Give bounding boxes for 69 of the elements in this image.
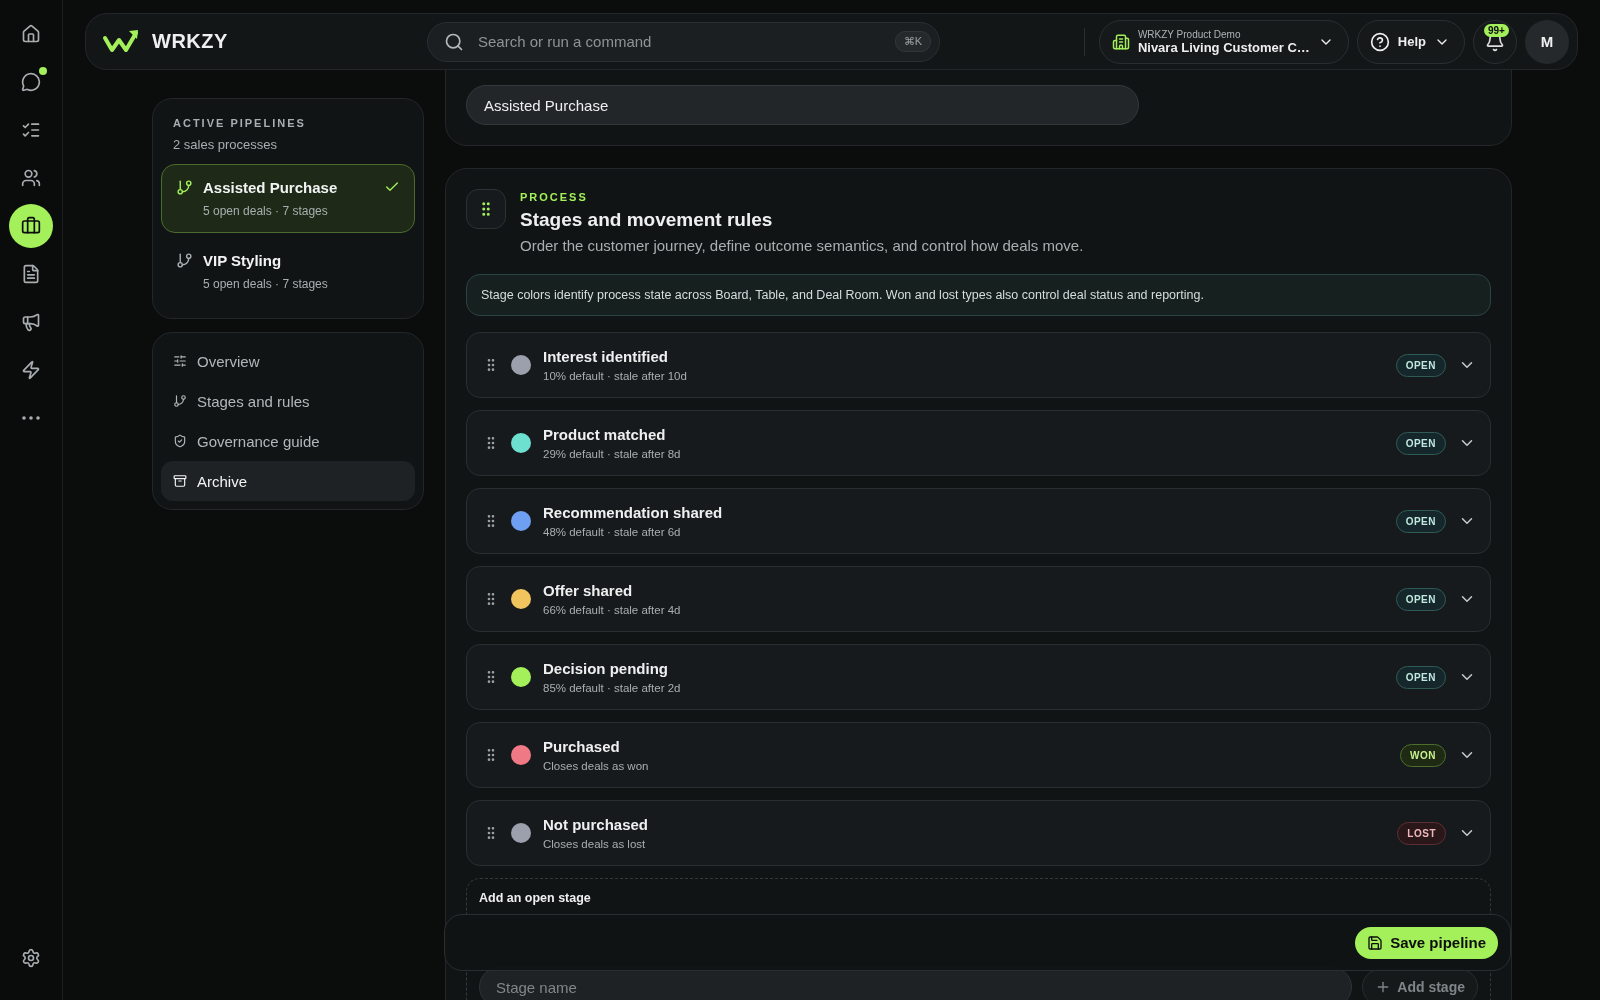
- stage-meta: 29% default · stale after 8d: [543, 448, 682, 460]
- settings-icon: [21, 948, 41, 968]
- stage-name: Not purchased: [543, 816, 649, 833]
- stage-meta: Closes deals as lost: [543, 838, 647, 850]
- stage-meta: 10% default · stale after 10d: [543, 370, 688, 382]
- stage-type-badge: OPEN: [1395, 431, 1446, 455]
- stage-meta: 48% default · stale after 6d: [543, 526, 682, 538]
- notifications-button[interactable]: 99+: [1473, 19, 1517, 64]
- sliders-icon: [173, 354, 187, 368]
- nav-item[interactable]: Stages and rules: [161, 381, 415, 421]
- chat-icon: [21, 72, 41, 92]
- section-description: Order the customer journey, define outcome semantics, and control how deals move.: [520, 237, 1084, 254]
- checklist-icon: [21, 120, 41, 140]
- home-icon: [21, 24, 41, 44]
- document-icon: [21, 264, 41, 284]
- help-button[interactable]: Help: [1356, 19, 1465, 64]
- stage-name: Interest identified: [543, 348, 670, 365]
- megaphone-icon: [21, 312, 41, 332]
- workspace-name: Nivara Living Customer C…: [1137, 39, 1310, 55]
- more-icon: [22, 416, 40, 420]
- help-icon: [1369, 31, 1390, 52]
- rail-button[interactable]: [9, 204, 53, 248]
- info-banner: Stage colors identify process state across Board, Table, and Deal Room. Won and lost types also control deal status and reporting.: [466, 274, 1491, 316]
- section-title: Stages and movement rules: [520, 209, 774, 231]
- shortcut-hint: ⌘K: [894, 31, 931, 52]
- section-label: PROCESS: [520, 191, 589, 203]
- stage-name: Offer shared: [543, 582, 634, 599]
- user-avatar[interactable]: M: [1525, 19, 1569, 64]
- users-icon: [21, 168, 41, 188]
- stage-name: Product matched: [543, 426, 667, 443]
- stage-name: Decision pending: [543, 660, 669, 677]
- add-stage-button[interactable]: Add stage: [1362, 969, 1478, 1000]
- archive-icon: [173, 474, 187, 488]
- building-icon: [1111, 32, 1130, 51]
- workspace-switcher[interactable]: WRKZY Product Demo Nivara Living Customer C…: [1098, 19, 1349, 64]
- search-icon: [444, 31, 464, 52]
- stage-meta: Closes deals as won: [543, 760, 650, 772]
- pipeline-item[interactable]: VIP Styling 5 open deals · 7 stages: [161, 237, 415, 306]
- branch-icon: [176, 252, 193, 269]
- stage-type-badge: OPEN: [1395, 665, 1446, 689]
- pipeline-item[interactable]: Assisted Purchase 5 open deals · 7 stages: [161, 164, 415, 233]
- shield-icon: [173, 434, 187, 448]
- stage-meta: 85% default · stale after 2d: [543, 682, 682, 694]
- stage-name: Purchased: [543, 738, 621, 755]
- search-field[interactable]: Search or run a command ⌘K: [427, 21, 940, 62]
- nav-item[interactable]: Governance guide: [161, 421, 415, 461]
- nav-item[interactable]: Archive: [161, 461, 415, 501]
- stage-type-badge: LOST: [1397, 821, 1446, 845]
- save-pipeline-button[interactable]: Save pipeline: [1355, 926, 1498, 959]
- nav-item[interactable]: Overview: [161, 341, 415, 381]
- pipeline-name-field[interactable]: Assisted Purchase: [466, 85, 1139, 125]
- brand-name: WRKZY: [152, 30, 228, 53]
- stage-meta: 66% default · stale after 4d: [543, 604, 682, 616]
- lightning-icon: [21, 360, 41, 380]
- stage-type-badge: WON: [1400, 743, 1446, 767]
- branch-icon: [176, 179, 193, 196]
- stage-name: Recommendation shared: [543, 504, 724, 521]
- save-icon: [1367, 934, 1384, 951]
- section-subtitle: 2 sales processes: [173, 137, 279, 152]
- stage-type-badge: OPEN: [1395, 509, 1446, 533]
- section-label: ACTIVE PIPELINES: [173, 117, 307, 129]
- notification-count: 99+: [1484, 23, 1509, 37]
- briefcase-icon: [21, 216, 41, 236]
- search-input[interactable]: Search or run a command: [476, 32, 883, 51]
- stage-type-badge: OPEN: [1395, 353, 1446, 377]
- add-stage-title: Add an open stage: [479, 891, 592, 905]
- workspace-label: WRKZY Product Demo: [1137, 28, 1241, 40]
- branch-icon: [173, 394, 187, 408]
- stage-type-badge: OPEN: [1395, 587, 1446, 611]
